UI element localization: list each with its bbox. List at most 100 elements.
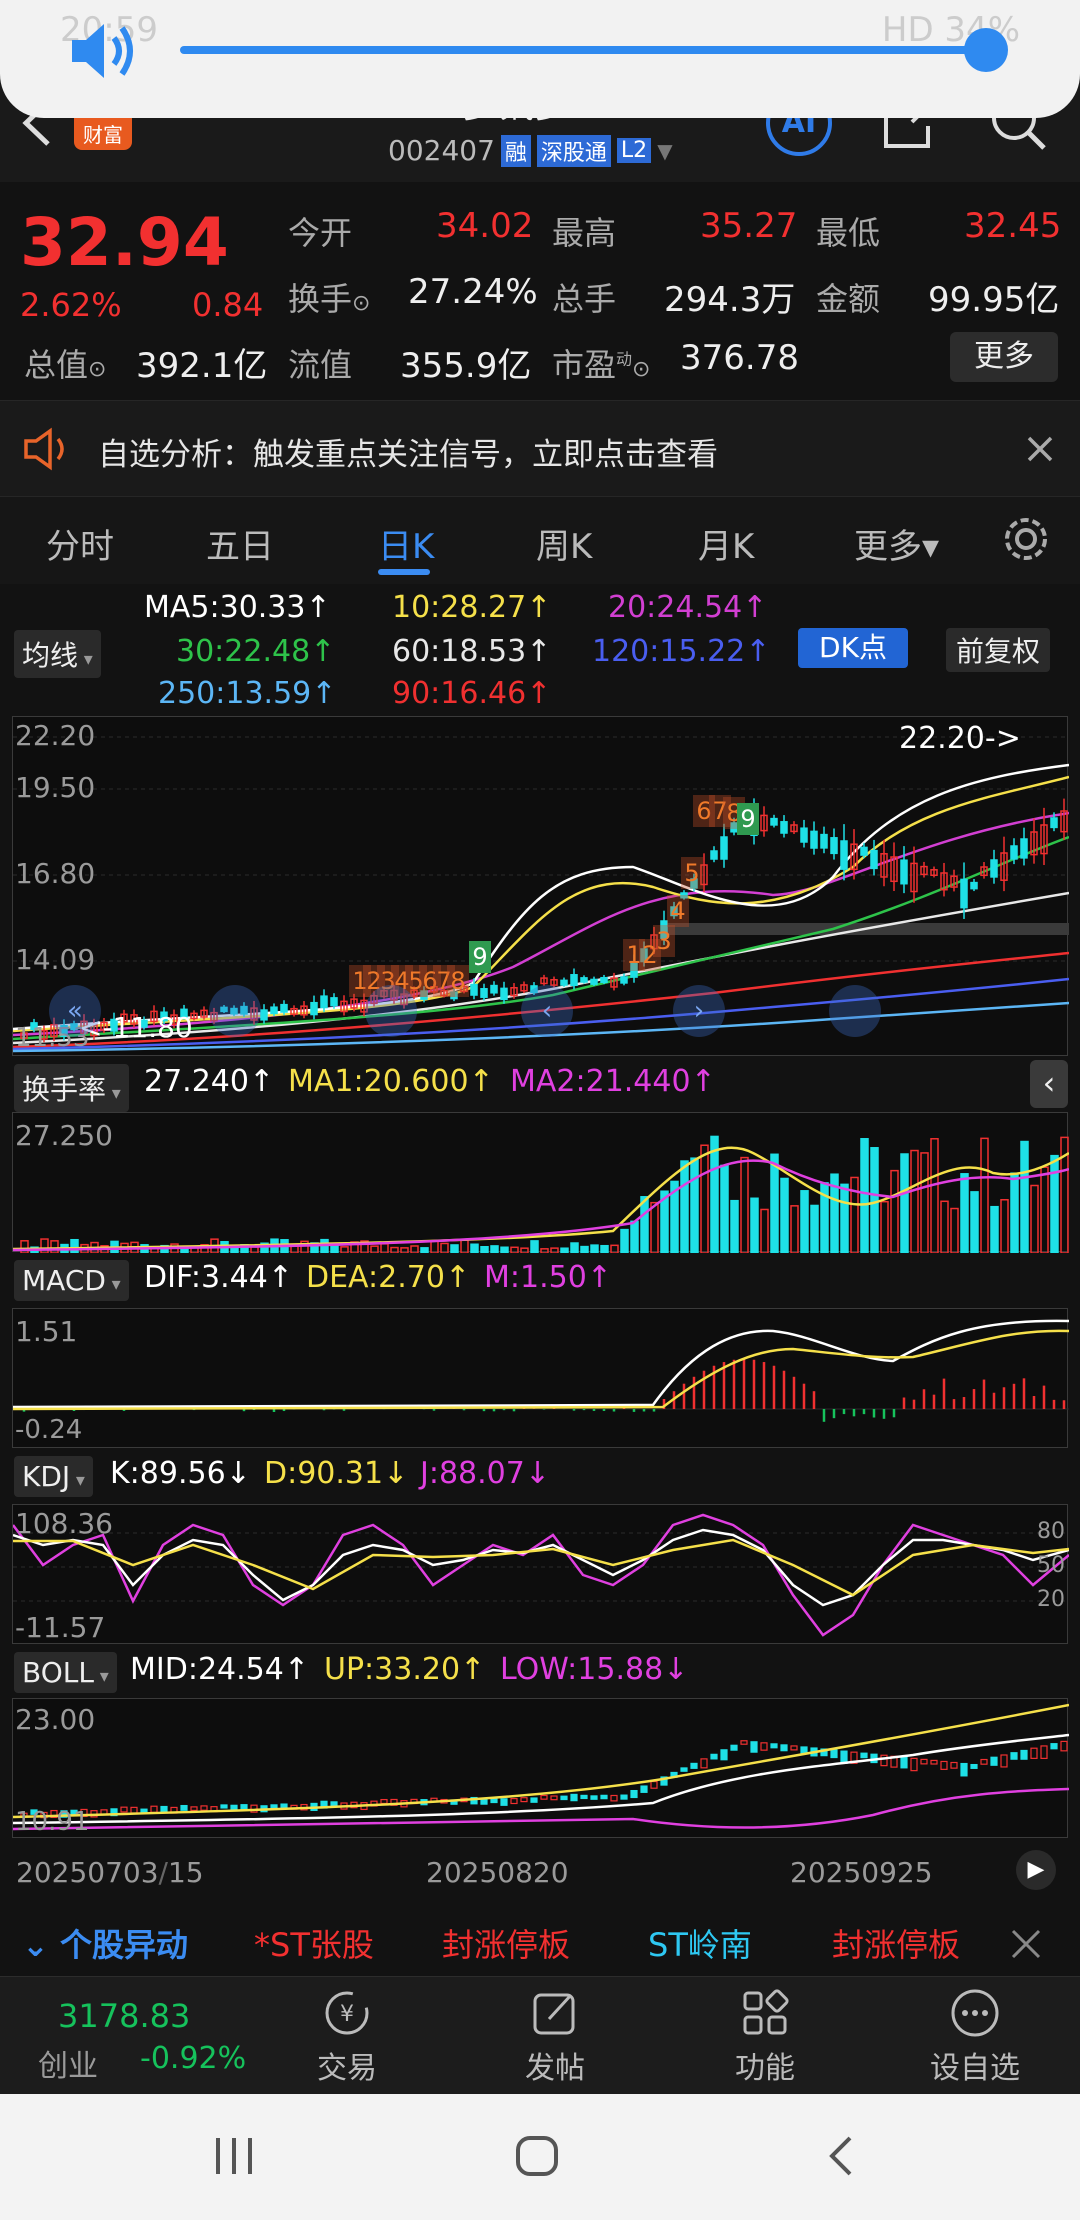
kdj-d: D:90.31↓ xyxy=(264,1456,409,1491)
gear-icon[interactable] xyxy=(1000,513,1052,565)
boll-selector[interactable]: BOLL ▾ xyxy=(14,1652,117,1693)
zoom-out-button[interactable] xyxy=(209,985,261,1037)
kline-candle xyxy=(820,833,828,849)
turnover-bar xyxy=(390,1246,399,1253)
kline-candle xyxy=(1010,845,1018,860)
macd-selector[interactable]: MACD ▾ xyxy=(14,1260,129,1301)
notice-text: 自选分析：触发重点关注信号，立即点击查看 xyxy=(98,437,718,473)
ticker-item-1[interactable]: *ST张股 xyxy=(254,1920,374,1966)
boll-candle xyxy=(940,1760,948,1770)
boll-candle xyxy=(790,1745,798,1751)
home-icon[interactable] xyxy=(514,2134,562,2178)
ma-selector[interactable]: 均线 ▾ xyxy=(14,630,101,678)
collapse-panel-button[interactable]: ‹ xyxy=(1030,1060,1068,1108)
volume-slider-track[interactable] xyxy=(180,46,988,54)
turnover-bar xyxy=(970,1191,979,1253)
nav-post[interactable]: 发帖 xyxy=(508,1987,602,2087)
volume-slider-thumb[interactable] xyxy=(964,28,1008,72)
close-icon[interactable] xyxy=(1026,435,1054,463)
scroll-far-left-button[interactable]: « xyxy=(49,985,101,1037)
kline-chart[interactable]: 22.20 19.50 16.80 14.09 11.53 22.20-> <-… xyxy=(12,716,1069,1056)
price-adjust-button[interactable]: 前复权 xyxy=(946,628,1051,672)
turnover-bar xyxy=(480,1246,489,1253)
turnover-bar xyxy=(610,1244,619,1253)
dk-point-button[interactable]: DK点 xyxy=(798,628,908,668)
scroll-left-button[interactable]: ‹ xyxy=(521,985,573,1037)
index-value[interactable]: 3178.83 xyxy=(58,1997,190,2035)
more-dots-icon xyxy=(951,1989,999,2037)
turnover-bar xyxy=(510,1246,519,1253)
volume-label: 总手 xyxy=(552,280,617,318)
tab-more[interactable]: 更多▾ xyxy=(854,519,939,568)
kdj-ref-80: 80 xyxy=(1037,1519,1065,1544)
signal-marker: 9 xyxy=(737,803,759,835)
turnover-bar xyxy=(420,1247,429,1253)
nav-trade[interactable]: ¥ 交易 xyxy=(300,1987,394,2087)
recent-apps-icon[interactable] xyxy=(212,2136,256,2176)
ticker-close-icon[interactable] xyxy=(1010,1928,1042,1960)
tab-daily-k[interactable]: 日K xyxy=(378,519,434,568)
nav-add-watch[interactable]: 设自选 xyxy=(928,1987,1022,2087)
turnover-selector[interactable]: 换手率 ▾ xyxy=(14,1064,129,1112)
tab-weekly-k[interactable]: 周K xyxy=(536,519,592,568)
boll-candle xyxy=(1010,1752,1018,1760)
boll-candle xyxy=(760,1742,768,1751)
trade-icon: ¥ xyxy=(325,1991,369,2035)
chevron-down-icon[interactable]: ▼ xyxy=(657,139,672,163)
boll-candle xyxy=(230,1804,238,1810)
y-label-0: 22.20 xyxy=(15,719,96,752)
kline-candle xyxy=(500,987,508,1001)
play-forward-button[interactable]: ▶ xyxy=(1016,1850,1056,1890)
turnover-value: 27.24% xyxy=(408,272,538,312)
kline-candle xyxy=(960,878,968,909)
turnover-bar xyxy=(560,1247,569,1253)
kline-candle xyxy=(310,1001,318,1016)
more-quote-button[interactable]: 更多 xyxy=(950,332,1058,382)
turnover-bar xyxy=(530,1240,539,1253)
notice-bar[interactable]: 自选分析：触发重点关注信号，立即点击查看 xyxy=(0,400,1080,496)
turnover-bar xyxy=(930,1138,939,1253)
kline-candle xyxy=(870,849,878,870)
scroll-right-button[interactable]: › xyxy=(673,985,725,1037)
reset-view-button[interactable] xyxy=(829,985,881,1037)
date-label-2: 20250820 xyxy=(426,1856,569,1889)
tab-monthly-k[interactable]: 月K xyxy=(698,519,754,568)
boll-candle xyxy=(560,1795,568,1801)
kline-candle xyxy=(990,859,998,878)
turnover-bar xyxy=(690,1157,699,1253)
macd-chart[interactable]: 1.51 -0.24 xyxy=(12,1308,1069,1448)
kline-candle xyxy=(320,995,328,1009)
boll-legend: BOLL ▾ MID:24.54↑ UP:33.20↑ LOW:15.88↓ xyxy=(0,1646,1080,1698)
turnover-bar xyxy=(800,1190,809,1253)
boll-candle xyxy=(540,1794,548,1800)
open-label: 今开 xyxy=(288,214,353,252)
boll-candle xyxy=(630,1789,638,1799)
tab-intraday[interactable]: 分时 xyxy=(46,519,114,568)
kdj-chart[interactable]: 108.36 -11.57 80 50 20 xyxy=(12,1504,1069,1644)
turnover-ma1: MA1:20.600↑ xyxy=(288,1064,494,1099)
speaker-icon[interactable] xyxy=(68,20,142,82)
kline-candle xyxy=(490,984,498,994)
boll-candle xyxy=(190,1806,198,1812)
boll-chart[interactable]: 23.00 10.91 xyxy=(12,1698,1069,1838)
kline-candle xyxy=(270,1006,278,1015)
nav-function[interactable]: 功能 xyxy=(718,1987,812,2087)
boll-candle xyxy=(720,1749,728,1761)
volume-value: 294.3万 xyxy=(664,280,796,320)
kdj-selector[interactable]: KDJ ▾ xyxy=(14,1456,93,1497)
kline-candle xyxy=(590,978,598,985)
kline-candle xyxy=(580,977,588,983)
tab-five-day[interactable]: 五日 xyxy=(206,519,274,568)
boll-candle xyxy=(1040,1745,1048,1759)
ticker-item-2[interactable]: ST岭南 xyxy=(648,1920,752,1966)
turnover-bar xyxy=(860,1138,869,1253)
ticker-bar[interactable]: ⌄ 个股异动 *ST张股 封涨停板 ST岭南 封涨停板 xyxy=(0,1912,1080,1972)
turnover-indicator-value: 27.240↑ xyxy=(144,1064,275,1099)
zoom-in-button[interactable] xyxy=(365,985,417,1037)
ma250-value: 250:13.59↑ xyxy=(158,676,337,711)
turnover-chart[interactable]: 27.250 xyxy=(12,1112,1069,1253)
macd-dif: DIF:3.44↑ xyxy=(144,1260,293,1295)
back-nav-icon[interactable] xyxy=(824,2134,858,2178)
turnover-bar xyxy=(960,1173,969,1253)
boll-candle xyxy=(970,1763,978,1769)
